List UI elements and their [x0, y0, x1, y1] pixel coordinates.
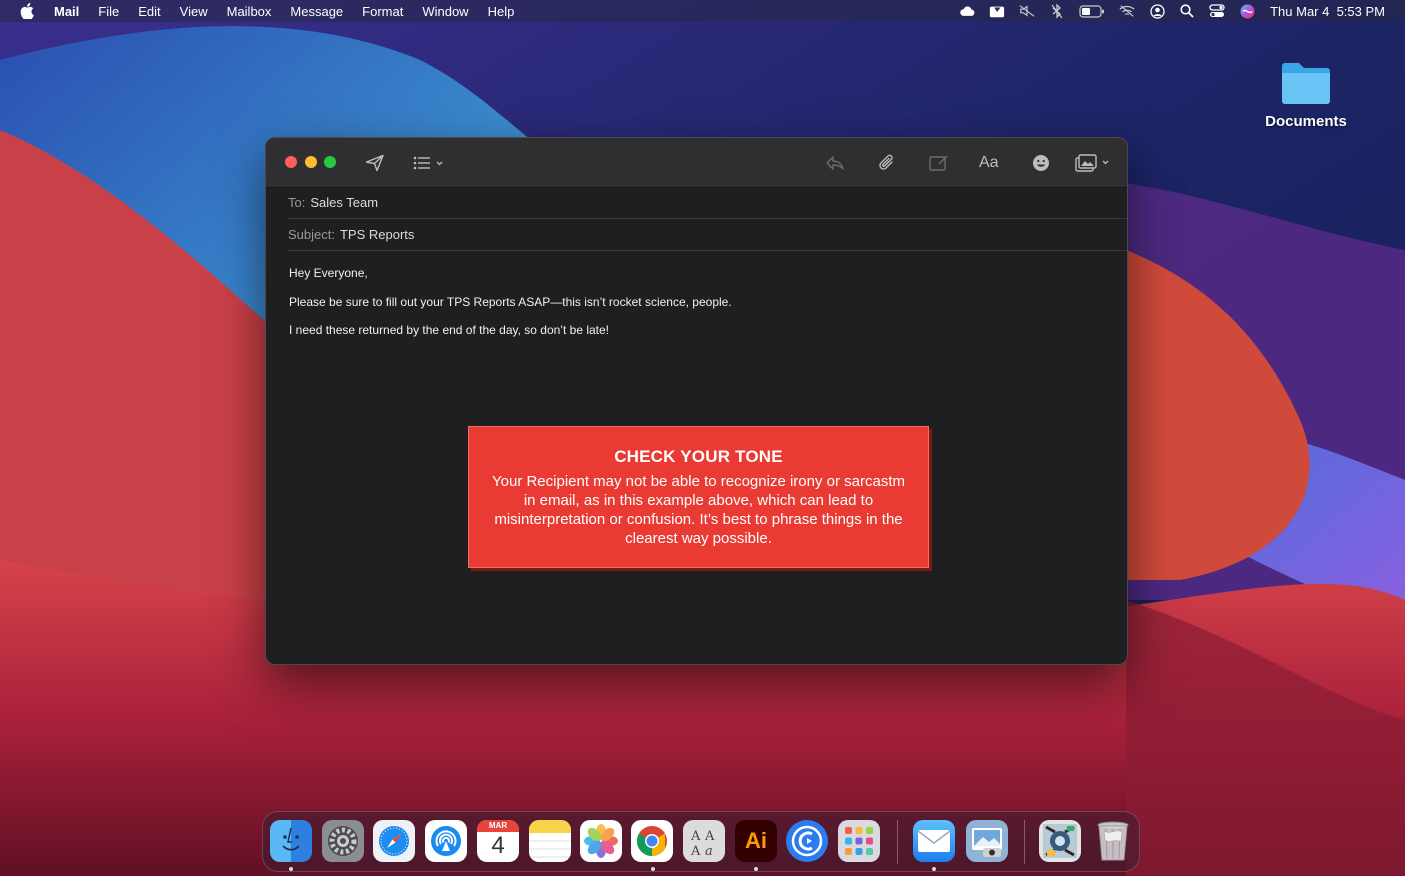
dock-image-capture-icon[interactable] — [1039, 820, 1081, 862]
calendar-day: 4 — [491, 832, 505, 859]
status-area: Thu Mar 4 5:53 PM — [952, 0, 1405, 22]
menu-help[interactable]: Help — [488, 4, 515, 19]
menu-edit[interactable]: Edit — [138, 4, 160, 19]
dock-separator — [1024, 820, 1025, 864]
tone-callout: CHECK YOUR TONE Your Recipient may not b… — [468, 426, 929, 568]
desktop-icon-label: Documents — [1265, 113, 1347, 130]
svg-text:A: A — [690, 844, 701, 858]
menu-app-mail[interactable]: Mail — [54, 4, 79, 19]
body-line: Please be sure to fill out your TPS Repo… — [289, 294, 732, 309]
font-icon[interactable]: Aa — [979, 152, 999, 174]
emoji-icon[interactable] — [1032, 152, 1050, 174]
mute-icon[interactable] — [1019, 3, 1035, 19]
menu-clock[interactable]: Thu Mar 4 5:53 PM — [1270, 4, 1385, 19]
dock-illustrator-icon[interactable]: Ai — [735, 820, 777, 862]
list-icon[interactable] — [413, 152, 445, 174]
menu-bar: Mail File Edit View Mailbox Message Form… — [0, 0, 1405, 22]
callout-title: CHECK YOUR TONE — [614, 447, 783, 466]
compose-window: Aa To: Sales Team Subject: TPS Reports H… — [265, 137, 1128, 665]
to-value[interactable]: Sales Team — [310, 195, 378, 210]
dock-preview-icon[interactable] — [966, 820, 1008, 862]
search-icon[interactable] — [1179, 3, 1195, 19]
close-button[interactable] — [285, 156, 297, 168]
calendar-month: MAR — [477, 820, 519, 832]
menu-message[interactable]: Message — [290, 4, 343, 19]
svg-text:a: a — [705, 844, 713, 858]
dock-system-preferences-icon[interactable] — [322, 820, 364, 862]
battery-icon[interactable] — [1079, 3, 1105, 19]
reply-icon[interactable] — [825, 152, 845, 174]
menu-mailbox[interactable]: Mailbox — [227, 4, 272, 19]
dock: MAR 4 AAAa Ai — [262, 811, 1140, 872]
dock-running-indicator — [754, 867, 758, 871]
subject-label: Subject: — [288, 227, 335, 242]
dock-chrome-icon[interactable] — [631, 820, 673, 862]
dock-separator — [897, 820, 898, 864]
dock-safari-icon[interactable] — [373, 820, 415, 862]
subject-value[interactable]: TPS Reports — [340, 227, 414, 242]
zoom-button[interactable] — [324, 156, 336, 168]
attachment-icon[interactable] — [878, 152, 896, 174]
cloud-icon[interactable] — [959, 3, 975, 19]
desktop-documents-folder[interactable]: Documents — [1256, 60, 1356, 130]
dock-trash-icon[interactable] — [1092, 820, 1134, 862]
dock-mail-icon[interactable] — [913, 820, 955, 862]
send-icon[interactable] — [365, 152, 385, 174]
photo-icon[interactable] — [1075, 152, 1111, 174]
callout-text: Your Recipient may not be able to recogn… — [492, 473, 905, 547]
menu-window[interactable]: Window — [422, 4, 468, 19]
to-label: To: — [288, 195, 306, 210]
screen-border-right — [1405, 0, 1415, 888]
dock-notes-icon[interactable] — [529, 820, 571, 862]
body-line: I need these returned by the end of the … — [289, 323, 610, 337]
body-line: Hey Everyone, — [289, 266, 368, 280]
screen-border-bottom — [0, 876, 1415, 888]
menu-file[interactable]: File — [98, 4, 119, 19]
dock-airdrop-icon[interactable] — [425, 820, 467, 862]
dock-screen-recorder-icon[interactable] — [786, 820, 828, 862]
dock-running-indicator — [932, 867, 936, 871]
to-field[interactable]: To: Sales Team — [288, 187, 1127, 219]
siri-icon[interactable] — [1239, 3, 1255, 19]
message-body[interactable]: Hey Everyone, Please be sure to fill out… — [289, 266, 732, 352]
menu-view[interactable]: View — [180, 4, 208, 19]
bluetooth-icon[interactable] — [1049, 3, 1065, 19]
folder-icon — [1279, 63, 1333, 110]
dock-calendar-icon[interactable]: MAR 4 — [477, 820, 519, 862]
wifi-icon[interactable] — [1119, 3, 1135, 19]
user-icon[interactable] — [1149, 3, 1165, 19]
minimize-button[interactable] — [305, 156, 317, 168]
notes-icon[interactable] — [989, 3, 1005, 19]
dock-running-indicator — [289, 867, 293, 871]
control-center-icon[interactable] — [1209, 3, 1225, 19]
markup-icon[interactable] — [929, 152, 949, 174]
dock-photos-icon[interactable] — [580, 820, 622, 862]
menu-format[interactable]: Format — [362, 4, 403, 19]
svg-text:A: A — [690, 829, 701, 844]
svg-text:A: A — [704, 829, 715, 844]
compose-toolbar: Aa — [266, 138, 1127, 188]
dock-font-book-icon[interactable]: AAAa — [683, 820, 725, 862]
dock-launchpad-icon[interactable] — [838, 820, 880, 862]
dock-running-indicator — [651, 867, 655, 871]
apple-menu-icon[interactable] — [20, 3, 36, 19]
dock-finder-icon[interactable] — [270, 820, 312, 862]
subject-field[interactable]: Subject: TPS Reports — [288, 219, 1127, 251]
